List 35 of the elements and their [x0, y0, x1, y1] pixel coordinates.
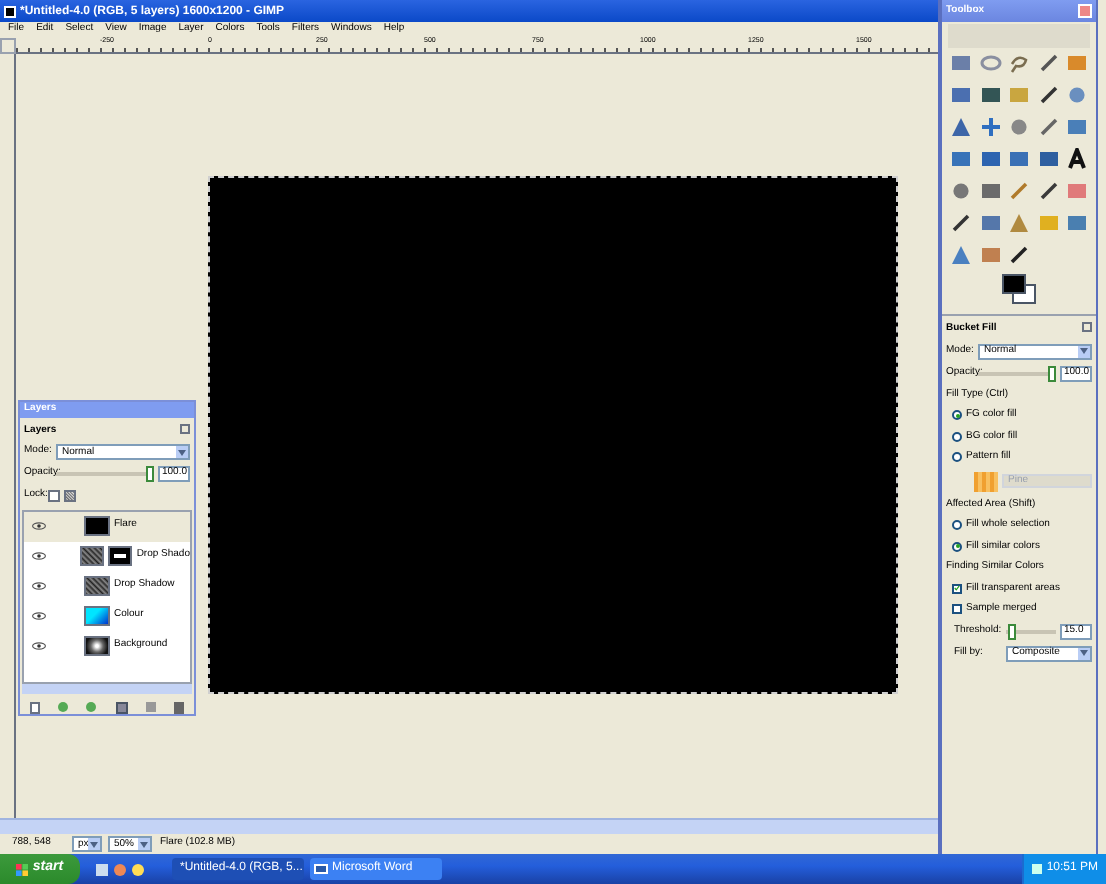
tool-icon[interactable]: [1037, 180, 1060, 202]
dropdown-arrow-icon: [176, 446, 188, 459]
tool-icon[interactable]: [1008, 244, 1031, 266]
tool-icon[interactable]: [979, 84, 1002, 106]
slider-thumb[interactable]: [1048, 365, 1056, 381]
layer-thumbnail: [80, 546, 105, 567]
new-layer-icon[interactable]: [29, 701, 40, 714]
slider-track[interactable]: [56, 472, 154, 477]
layer-thumbnail: [84, 606, 110, 627]
layer-thumbnail: [84, 516, 110, 537]
dropdown-arrow-icon: [1078, 647, 1090, 659]
tool-icon[interactable]: [1037, 84, 1060, 106]
horizontal-scrollbar[interactable]: [22, 684, 192, 694]
lock-alpha-checkbox[interactable]: [64, 489, 76, 502]
eye-icon[interactable]: [32, 552, 46, 561]
lock-pixels-checkbox[interactable]: [48, 489, 60, 502]
color-swatches[interactable]: [997, 272, 1041, 308]
layer-thumbnail: [84, 636, 110, 657]
layer-thumbnail: [84, 576, 110, 597]
horizontal-scrollbar[interactable]: [0, 818, 938, 834]
windows-logo-icon: [16, 863, 29, 875]
layer-mask-thumbnail: [108, 546, 133, 567]
eye-icon[interactable]: [32, 642, 46, 651]
dropdown-arrow-icon: [88, 838, 101, 850]
slider-thumb[interactable]: [1008, 623, 1017, 639]
eye-icon[interactable]: [32, 612, 46, 621]
app-icon: [4, 5, 16, 17]
tool-icon[interactable]: [1037, 52, 1060, 74]
eye-icon[interactable]: [32, 522, 46, 531]
dropdown-arrow-icon: [1078, 345, 1090, 357]
dropdown-arrow-icon: [138, 838, 150, 850]
eye-icon[interactable]: [32, 582, 46, 591]
slider-thumb[interactable]: [146, 466, 154, 483]
tool-icon[interactable]: [950, 212, 972, 234]
tool-icon[interactable]: [1066, 148, 1089, 170]
